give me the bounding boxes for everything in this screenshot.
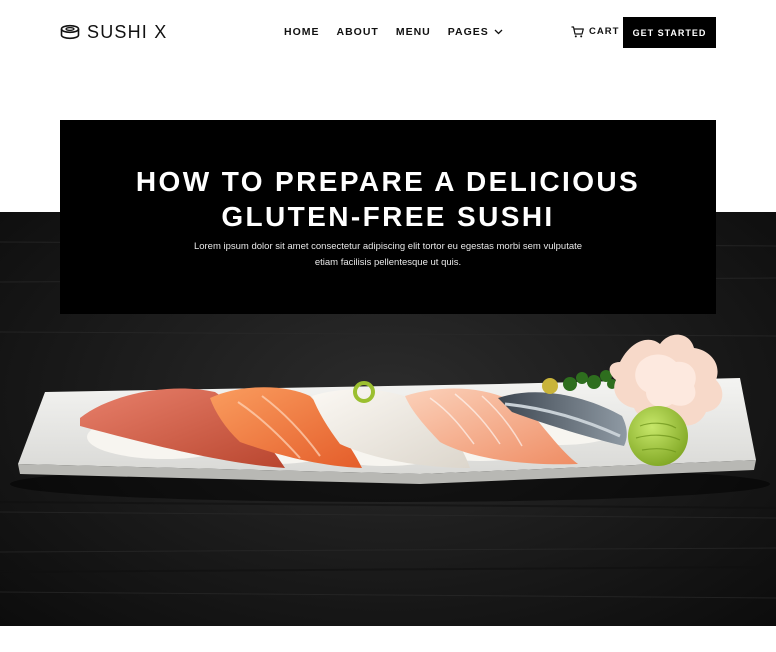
nav-home-label: HOME	[284, 26, 320, 38]
nav-menu-label: MENU	[395, 26, 431, 38]
navbar: SUSHI X HOME ABOUT MENU PAGES CART GET S…	[0, 0, 776, 64]
nav-pages-dropdown[interactable]: PAGES	[448, 25, 503, 39]
hero-title-box: HOW TO PREPARE A DELICIOUS GLUTEN-FREE S…	[60, 120, 716, 314]
hero-description: Lorem ipsum dolor sit amet consectetur a…	[193, 241, 583, 268]
nav-about[interactable]: ABOUT	[337, 25, 379, 39]
sushi-logo-icon	[60, 24, 80, 40]
get-started-button[interactable]: GET STARTED	[623, 17, 716, 48]
hero-title-line-1: HOW TO PREPARE A DELICIOUS	[135, 166, 641, 197]
chevron-down-icon	[494, 29, 503, 35]
hero-title-line-2: GLUTEN-FREE SUSHI	[221, 201, 555, 232]
nav-pages-label: PAGES	[447, 26, 489, 38]
hero-title: HOW TO PREPARE A DELICIOUS GLUTEN-FREE S…	[60, 164, 716, 234]
page: SUSHI X HOME ABOUT MENU PAGES CART GET S…	[0, 0, 776, 652]
nav-menu[interactable]: MENU	[396, 25, 431, 39]
nav-about-label: ABOUT	[336, 26, 379, 38]
cart-link[interactable]: CART	[571, 25, 619, 39]
brand-name: SUSHI X	[87, 22, 168, 42]
cart-label: CART	[589, 26, 620, 37]
main-menu: HOME ABOUT MENU PAGES	[284, 25, 503, 39]
brand-logo[interactable]: SUSHI X	[60, 21, 167, 43]
nav-home[interactable]: HOME	[284, 25, 320, 39]
cart-icon	[571, 26, 584, 38]
